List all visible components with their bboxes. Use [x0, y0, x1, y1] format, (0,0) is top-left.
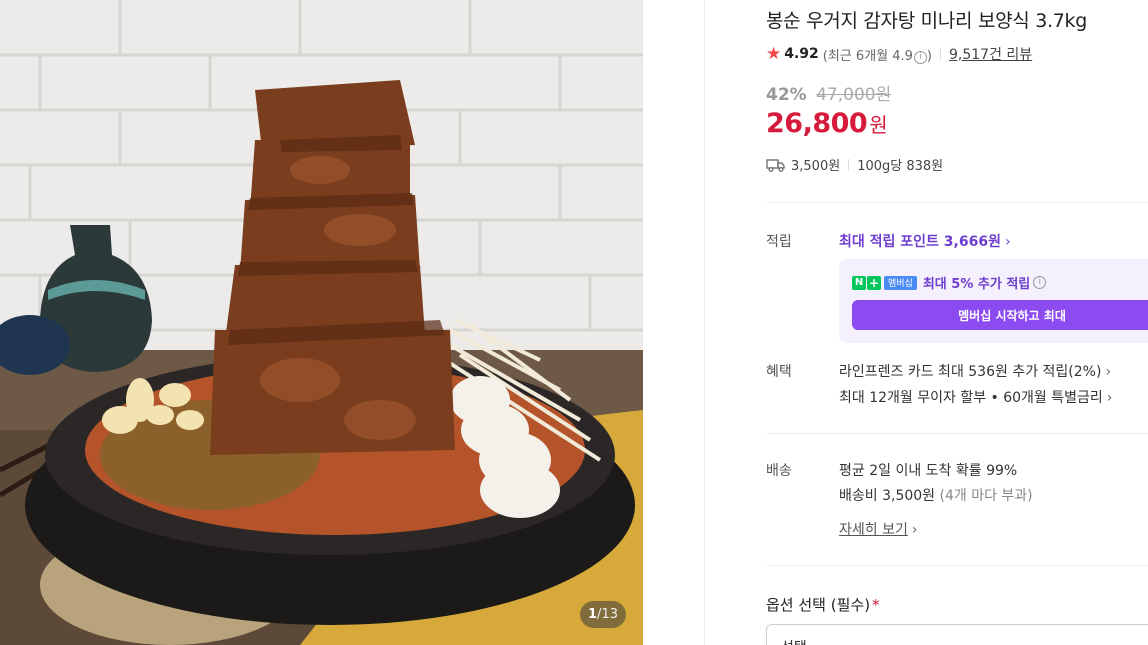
- chevron-right-icon: ›: [1106, 390, 1113, 406]
- sale-price: 26,800 원: [766, 108, 888, 139]
- recent-rating: (최근 6개월 4.9 i): [823, 45, 932, 64]
- extra-points-text: 최대 5% 추가 적립: [922, 277, 1031, 292]
- benefits-label: 혜택: [766, 364, 792, 380]
- truck-icon: [766, 158, 785, 172]
- option-select[interactable]: 선택: [766, 624, 1148, 645]
- option-select-placeholder: 선택: [781, 640, 807, 645]
- sale-price-value: 26,800: [766, 108, 868, 139]
- info-icon[interactable]: i: [913, 50, 927, 64]
- delivery-fee-note: (4개 마다 부과): [939, 488, 1033, 504]
- installment-text: 최대 12개월 무이자 할부 • 60개월 특별금리: [839, 390, 1103, 406]
- sale-price-unit: 원: [869, 113, 888, 137]
- delivery-detail[interactable]: 자세히 보기 ›: [839, 519, 917, 539]
- membership-start-button[interactable]: 멤버십 시작하고 최대: [852, 300, 1148, 330]
- delivery-label: 배송: [766, 463, 792, 479]
- delivery-fee-row: 배송비 3,500원 (4개 마다 부과): [839, 485, 1033, 505]
- image-total: 13: [601, 607, 618, 622]
- recent-rating-close: ): [926, 48, 932, 64]
- divider: [766, 433, 1148, 434]
- divider: [766, 202, 1148, 203]
- chevron-right-icon: ›: [1004, 234, 1011, 250]
- review-count-link[interactable]: 9,517건 리뷰: [949, 44, 1032, 64]
- image-current: 1: [588, 607, 598, 622]
- card-benefit-text: 라인프렌즈 카드 최대 536원 추가 적립(2%): [839, 364, 1102, 380]
- column-divider: [704, 0, 705, 645]
- points-label: 적립: [766, 234, 792, 250]
- membership-line: N + 멤버십 최대 5% 추가 적립 i: [852, 273, 1047, 292]
- membership-badge: 멤버십: [884, 275, 917, 290]
- option-title-text: 옵션 선택 (필수): [766, 596, 871, 614]
- delivery-detail-link[interactable]: 자세히 보기: [839, 522, 908, 538]
- separator: [940, 48, 941, 60]
- star-icon: ★: [766, 44, 782, 64]
- membership-box: N + 멤버십 최대 5% 추가 적립 i 멤버십 시작하고 최대: [839, 259, 1148, 343]
- divider: [766, 565, 1148, 566]
- discount-row: 42% 47,000원: [766, 80, 891, 105]
- delivery-arrival: 평균 2일 이내 도착 확률 99%: [839, 463, 1018, 479]
- image-counter: 1/13: [580, 601, 626, 628]
- product-title: 봉순 우거지 감자탕 미나리 보양식 3.7kg: [766, 10, 1087, 32]
- shipping-fee: 3,500원: [791, 159, 841, 174]
- chevron-right-icon: ›: [1105, 364, 1112, 380]
- product-image: [0, 0, 643, 645]
- info-icon[interactable]: i: [1033, 276, 1047, 289]
- max-points-link[interactable]: 최대 적립 포인트 3,666원 ›: [839, 234, 1011, 250]
- max-points-text: 최대 적립 포인트 3,666원: [839, 234, 1001, 250]
- shipping-summary: 3,500원 100g당 838원: [766, 155, 943, 174]
- rating-score: 4.92: [784, 46, 819, 62]
- product-info-panel: 봉순 우거지 감자탕 미나리 보양식 3.7kg ★ 4.92 (최근 6개월 …: [766, 0, 1148, 645]
- separator: [848, 158, 850, 171]
- naver-plus-icon: N +: [852, 275, 881, 290]
- chevron-right-icon: ›: [911, 522, 918, 538]
- rating-row: ★ 4.92 (최근 6개월 4.9 i) 9,517건 리뷰: [766, 44, 1032, 64]
- delivery-fee: 배송비 3,500원: [839, 488, 936, 504]
- product-image-gallery[interactable]: 1/13: [0, 0, 643, 645]
- original-price: 47,000원: [816, 85, 892, 105]
- card-benefit[interactable]: 라인프렌즈 카드 최대 536원 추가 적립(2%) ›: [839, 361, 1111, 381]
- required-mark: *: [872, 596, 880, 614]
- recent-rating-label: (최근 6개월 4.9: [822, 48, 913, 64]
- unit-price: 100g당 838원: [857, 159, 944, 174]
- installment-benefit[interactable]: 최대 12개월 무이자 할부 • 60개월 특별금리 ›: [839, 387, 1112, 407]
- discount-percent: 42%: [766, 85, 807, 105]
- option-title: 옵션 선택 (필수) *: [766, 594, 880, 615]
- points-row: 최대 적립 포인트 3,666원 ›: [839, 231, 1011, 251]
